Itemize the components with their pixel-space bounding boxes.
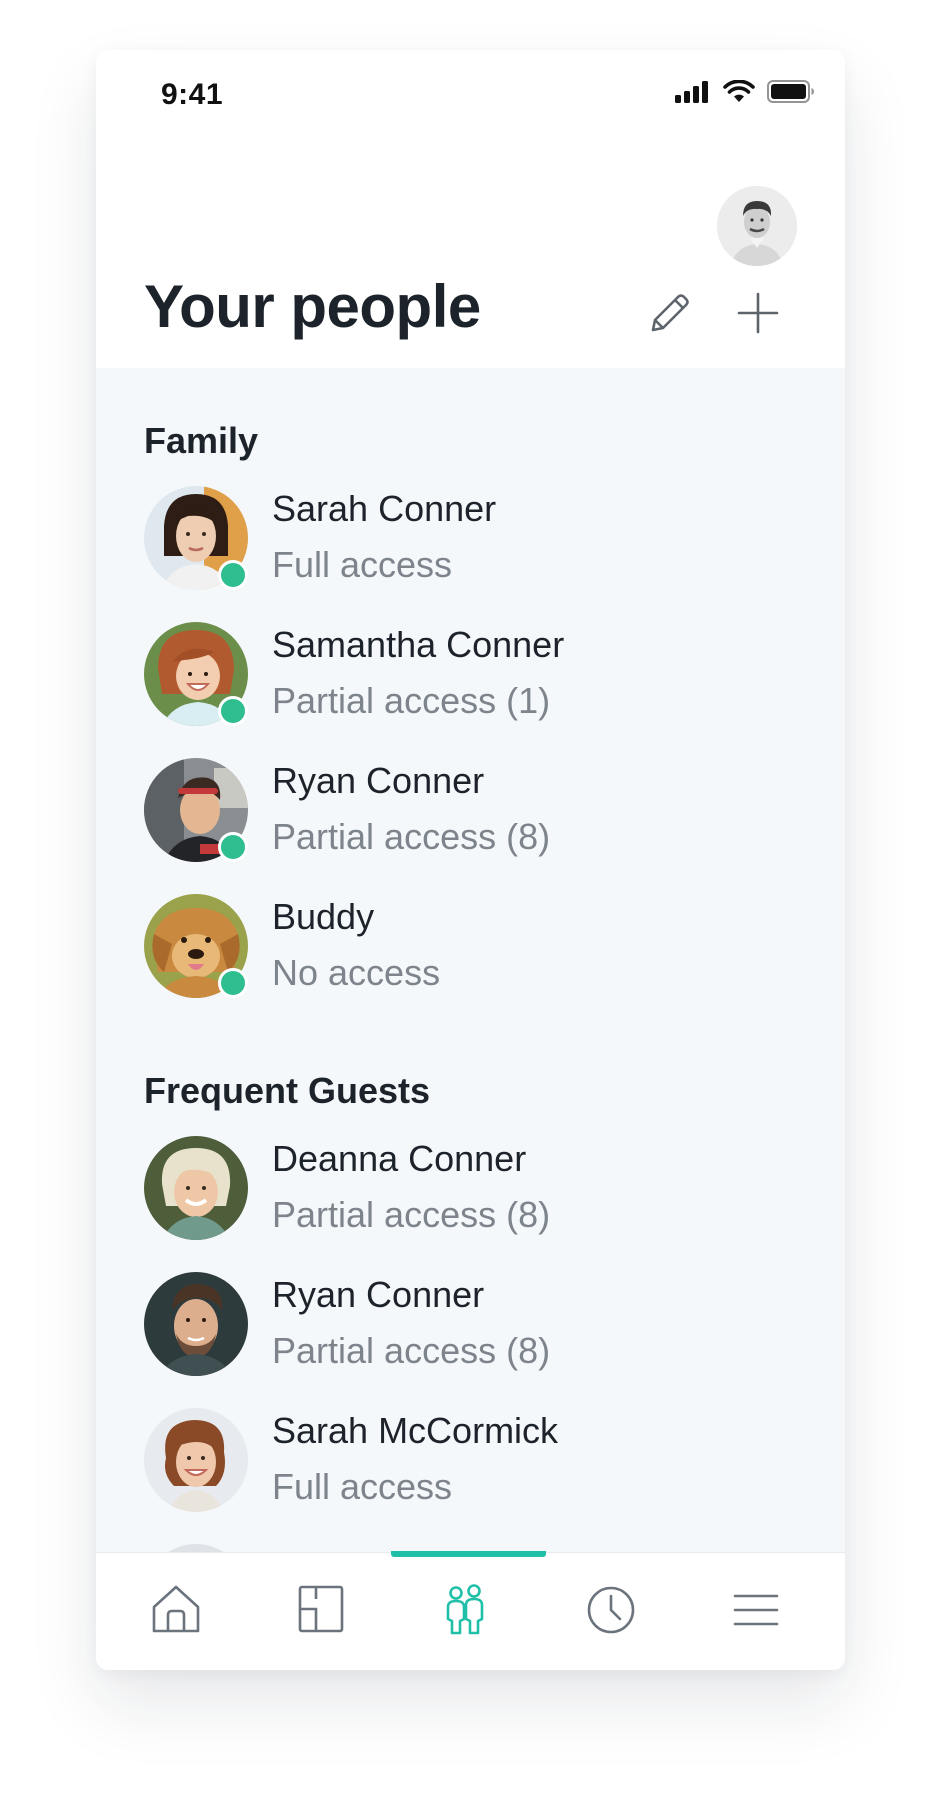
status-time: 9:41 (161, 78, 224, 111)
person-access: Partial access (8) (272, 816, 551, 857)
person-row[interactable]: Samantha Conner Partial access (1) (144, 622, 744, 732)
tab-menu[interactable] (726, 1579, 786, 1639)
person-access: Full access (272, 544, 453, 585)
person-access: Partial access (8) (272, 1194, 551, 1235)
avatar (144, 1544, 248, 1552)
person-row[interactable]: Sarah Conner Full access (144, 486, 744, 596)
clock-icon (587, 1586, 635, 1634)
plus-icon (737, 292, 779, 334)
menu-icon (733, 1594, 779, 1626)
online-status-indicator (218, 560, 248, 590)
avatar (144, 1136, 248, 1240)
person-name: Deanna Conner (272, 1138, 527, 1179)
edit-button[interactable] (647, 290, 693, 336)
person-row[interactable]: Deanna Conner Partial access (8) (144, 1136, 744, 1246)
person-access: Full access (272, 1466, 453, 1507)
person-name: Buddy (272, 896, 375, 937)
page-title: Your people (144, 273, 481, 340)
person-access: Partial access (1) (272, 680, 551, 721)
wifi-icon (723, 80, 755, 102)
person-name: Samantha Conner (272, 624, 565, 665)
tab-floorplan[interactable] (291, 1579, 351, 1639)
section-title-frequent-guests: Frequent Guests (144, 1070, 431, 1111)
people-icon (446, 1584, 484, 1635)
phone-screen: 9:41 Your people Family Sarah Conner Ful… (96, 50, 845, 1670)
person-row[interactable]: Ryan Conner Partial access (8) (144, 1272, 744, 1382)
profile-avatar[interactable] (717, 186, 797, 266)
person-name: Sarah McCormick (272, 1410, 559, 1451)
person-name: Sarah Conner (272, 488, 497, 529)
online-status-indicator (218, 968, 248, 998)
avatar (144, 1272, 248, 1376)
section-title-family: Family (144, 420, 259, 461)
avatar (144, 1408, 248, 1512)
tab-home[interactable] (146, 1579, 206, 1639)
status-bar: 9:41 (96, 50, 845, 140)
active-tab-indicator (391, 1551, 546, 1557)
person-name: Ryan Conner (272, 1274, 485, 1315)
add-person-button[interactable] (735, 290, 781, 336)
person-row[interactable]: Buddy No access (144, 894, 744, 1004)
people-list[interactable]: Family Sarah Conner Full access Samantha… (96, 368, 845, 1552)
header: Your people (96, 140, 845, 368)
person-name: Ryan Conner (272, 760, 485, 801)
person-row[interactable]: Ryan Conner Partial access (8) (144, 758, 744, 868)
tab-people[interactable] (435, 1579, 495, 1639)
status-icons (675, 80, 815, 103)
online-status-indicator (218, 696, 248, 726)
pencil-icon (651, 294, 689, 332)
person-row[interactable]: Sarah McCormick Full access (144, 1408, 744, 1518)
home-icon (152, 1585, 200, 1633)
tab-history[interactable] (581, 1579, 641, 1639)
person-access: Partial access (8) (272, 1330, 551, 1371)
person-access: No access (272, 952, 441, 993)
battery-icon (767, 80, 814, 103)
online-status-indicator (218, 832, 248, 862)
floorplan-icon (298, 1585, 344, 1633)
tab-bar (96, 1551, 845, 1670)
cellular-signal-icon (675, 80, 708, 103)
